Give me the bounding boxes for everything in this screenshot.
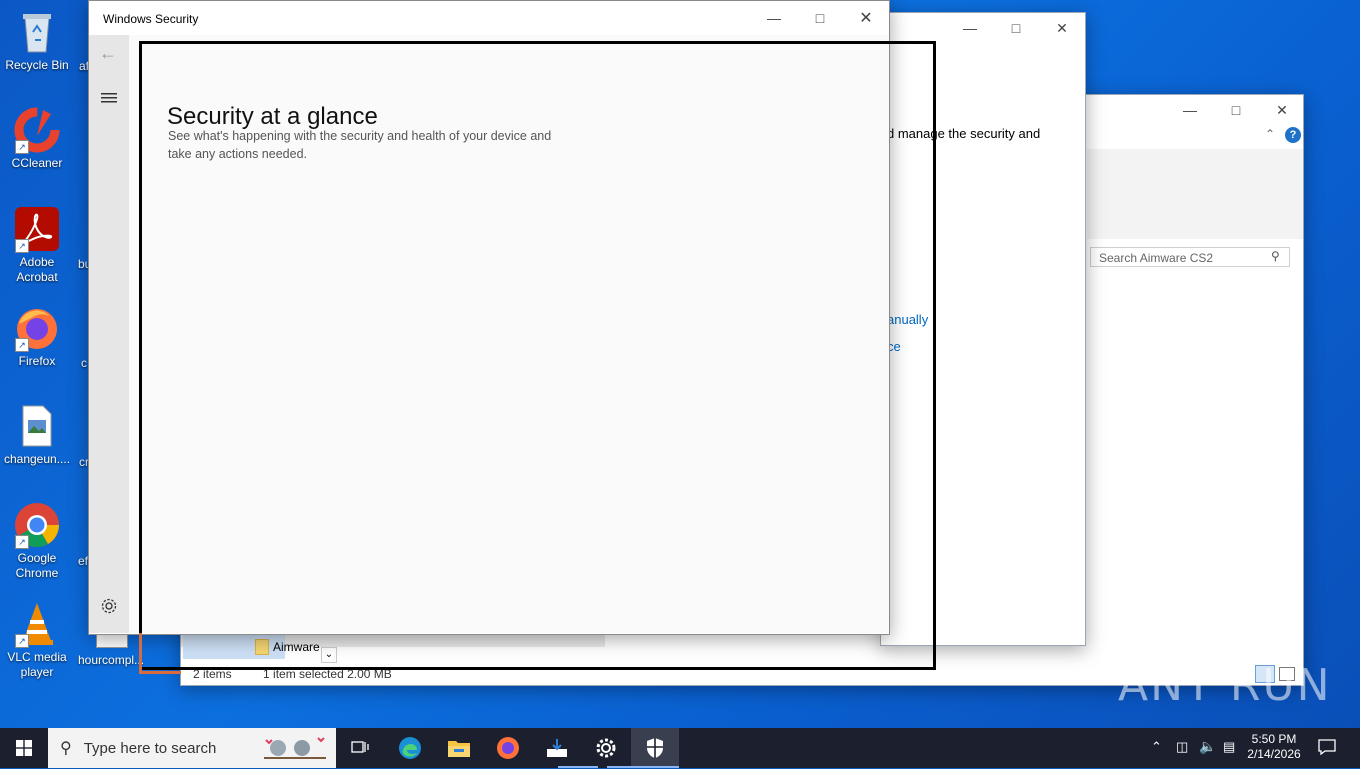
desktop-icon-vlc[interactable]: ↗ VLC media player: [0, 600, 75, 680]
desktop-icon-google-chrome[interactable]: ↗ Google Chrome: [0, 501, 75, 581]
explorer-window-controls: — □ ✕: [1167, 95, 1305, 125]
shortcut-arrow-icon: ↗: [15, 140, 29, 154]
minimize-button[interactable]: —: [947, 13, 993, 43]
desktop-icon-ccleaner[interactable]: ↗ CCleaner: [0, 106, 75, 171]
chrome-icon: ↗: [13, 501, 61, 549]
desktop-label-partial: ef: [78, 554, 89, 568]
windows-security-window[interactable]: Windows Security — □ ✕ ← Security at a g…: [88, 0, 890, 635]
taskbar-search-input[interactable]: Type here to search: [84, 740, 217, 757]
minimize-button[interactable]: —: [1167, 95, 1213, 125]
maximize-button[interactable]: □: [993, 13, 1039, 43]
notifications-icon[interactable]: [1318, 739, 1336, 760]
desktop-icon-firefox[interactable]: ↗ Firefox: [0, 304, 75, 369]
help-icon[interactable]: ?: [1285, 127, 1301, 143]
chevron-down-icon[interactable]: ⌄: [321, 647, 337, 663]
start-button[interactable]: [0, 728, 48, 768]
close-button[interactable]: ✕: [1259, 95, 1305, 125]
firefox-icon: ↗: [13, 304, 61, 352]
taskbar-search[interactable]: ⚲ Type here to search: [48, 728, 336, 768]
maximize-button[interactable]: □: [1213, 95, 1259, 125]
maximize-button[interactable]: □: [797, 3, 843, 33]
desktop-icon-label: Recycle Bin: [5, 58, 69, 72]
clock[interactable]: 5:50 PM 2/14/2026: [1246, 732, 1302, 762]
clock-date: 2/14/2026: [1247, 747, 1301, 761]
show-hidden-icons-chevron-icon[interactable]: ⌃: [1151, 739, 1162, 755]
windows-security-taskbar-icon[interactable]: [631, 728, 679, 768]
back-arrow-icon[interactable]: ←: [99, 43, 117, 64]
shortcut-arrow-icon: ↗: [15, 535, 29, 549]
search-icon: ⚲: [1271, 249, 1280, 263]
desktop-icon-recycle-bin[interactable]: Recycle Bin: [0, 8, 75, 73]
search-input[interactable]: Search Aimware CS2: [1090, 247, 1290, 267]
settings-window[interactable]: — □ ✕ d manage the security and anually …: [880, 12, 1086, 646]
taskbar: ⚲ Type here to search ⌃ ◫ 🔈 ▤ 5:50 PM 2/…: [0, 728, 1360, 768]
settings-gear-icon[interactable]: [100, 597, 118, 620]
image-file-icon: [13, 402, 61, 450]
collapse-ribbon-icon[interactable]: ⌃: [1265, 127, 1275, 141]
minimize-button[interactable]: —: [751, 3, 797, 33]
close-button[interactable]: ✕: [1039, 13, 1085, 43]
network-icon[interactable]: ◫: [1176, 739, 1188, 755]
vlc-icon: ↗: [13, 600, 61, 648]
desktop-icon-label: Firefox: [18, 354, 56, 368]
status-selected: 1 item selected 2.00 MB: [263, 667, 392, 681]
close-button[interactable]: ✕: [843, 3, 889, 33]
settings-link[interactable]: anually: [887, 312, 928, 327]
highlight-marker: [139, 671, 181, 674]
firefox-taskbar-icon[interactable]: [484, 728, 532, 768]
ribbon-area: [1087, 149, 1303, 239]
desktop-icon-label: changeun....: [3, 452, 71, 466]
desktop-icon-label: CCleaner: [11, 156, 63, 170]
edge-icon[interactable]: [386, 728, 434, 768]
watermark: ANY RUN: [1118, 660, 1332, 711]
desktop-icon-label: VLC media player: [7, 650, 67, 679]
title-bar[interactable]: Windows Security — □ ✕: [89, 1, 889, 35]
desktop-icon-changeun[interactable]: changeun....: [0, 402, 75, 467]
desktop-label-partial: c: [81, 356, 87, 370]
hamburger-menu-icon[interactable]: [101, 91, 117, 109]
volume-icon[interactable]: 🔈: [1199, 738, 1216, 755]
list-item-selected[interactable]: [183, 635, 285, 659]
highlight-marker: [139, 633, 142, 673]
main-content: Security at a glance See what's happenin…: [129, 35, 889, 633]
search-highlight-image: [258, 732, 332, 764]
desktop-icon-adobe-acrobat[interactable]: ↗ Adobe Acrobat: [0, 205, 75, 285]
adobe-acrobat-icon: ↗: [13, 205, 61, 253]
ime-icon[interactable]: ▤: [1223, 739, 1235, 755]
status-item-count: 2 items: [193, 667, 232, 681]
recycle-bin-icon: [13, 8, 61, 56]
ccleaner-icon: ↗: [13, 106, 61, 154]
settings-taskbar-icon[interactable]: [582, 728, 630, 768]
desktop-icon-label: Adobe Acrobat: [16, 255, 58, 284]
task-view-icon[interactable]: [336, 728, 384, 768]
window-controls: — □ ✕: [751, 3, 889, 33]
desktop-label-partial: hourcompl...: [78, 653, 145, 667]
installer-icon[interactable]: [533, 728, 581, 768]
shortcut-arrow-icon: ↗: [15, 338, 29, 352]
page-description: See what's happening with the security a…: [168, 129, 552, 161]
window-title: Windows Security: [103, 12, 199, 26]
sidebar: ←: [89, 35, 129, 633]
desktop-icon-label: Google Chrome: [15, 551, 59, 580]
settings-description: d manage the security and: [887, 126, 1041, 141]
search-icon: ⚲: [60, 740, 72, 757]
status-bar: 2 items 1 item selected 2.00 MB: [193, 667, 420, 681]
settings-window-controls: — □ ✕: [947, 13, 1085, 43]
folder-icon: [255, 639, 269, 655]
shortcut-arrow-icon: ↗: [15, 634, 29, 648]
clock-time: 5:50 PM: [1251, 732, 1297, 746]
desktop: Recycle Bin ↗ CCleaner ↗ Adobe Acrobat ↗…: [0, 0, 1360, 728]
shortcut-arrow-icon: ↗: [15, 239, 29, 253]
folder-label[interactable]: Aimware: [273, 640, 320, 654]
file-explorer-icon[interactable]: [435, 728, 483, 768]
